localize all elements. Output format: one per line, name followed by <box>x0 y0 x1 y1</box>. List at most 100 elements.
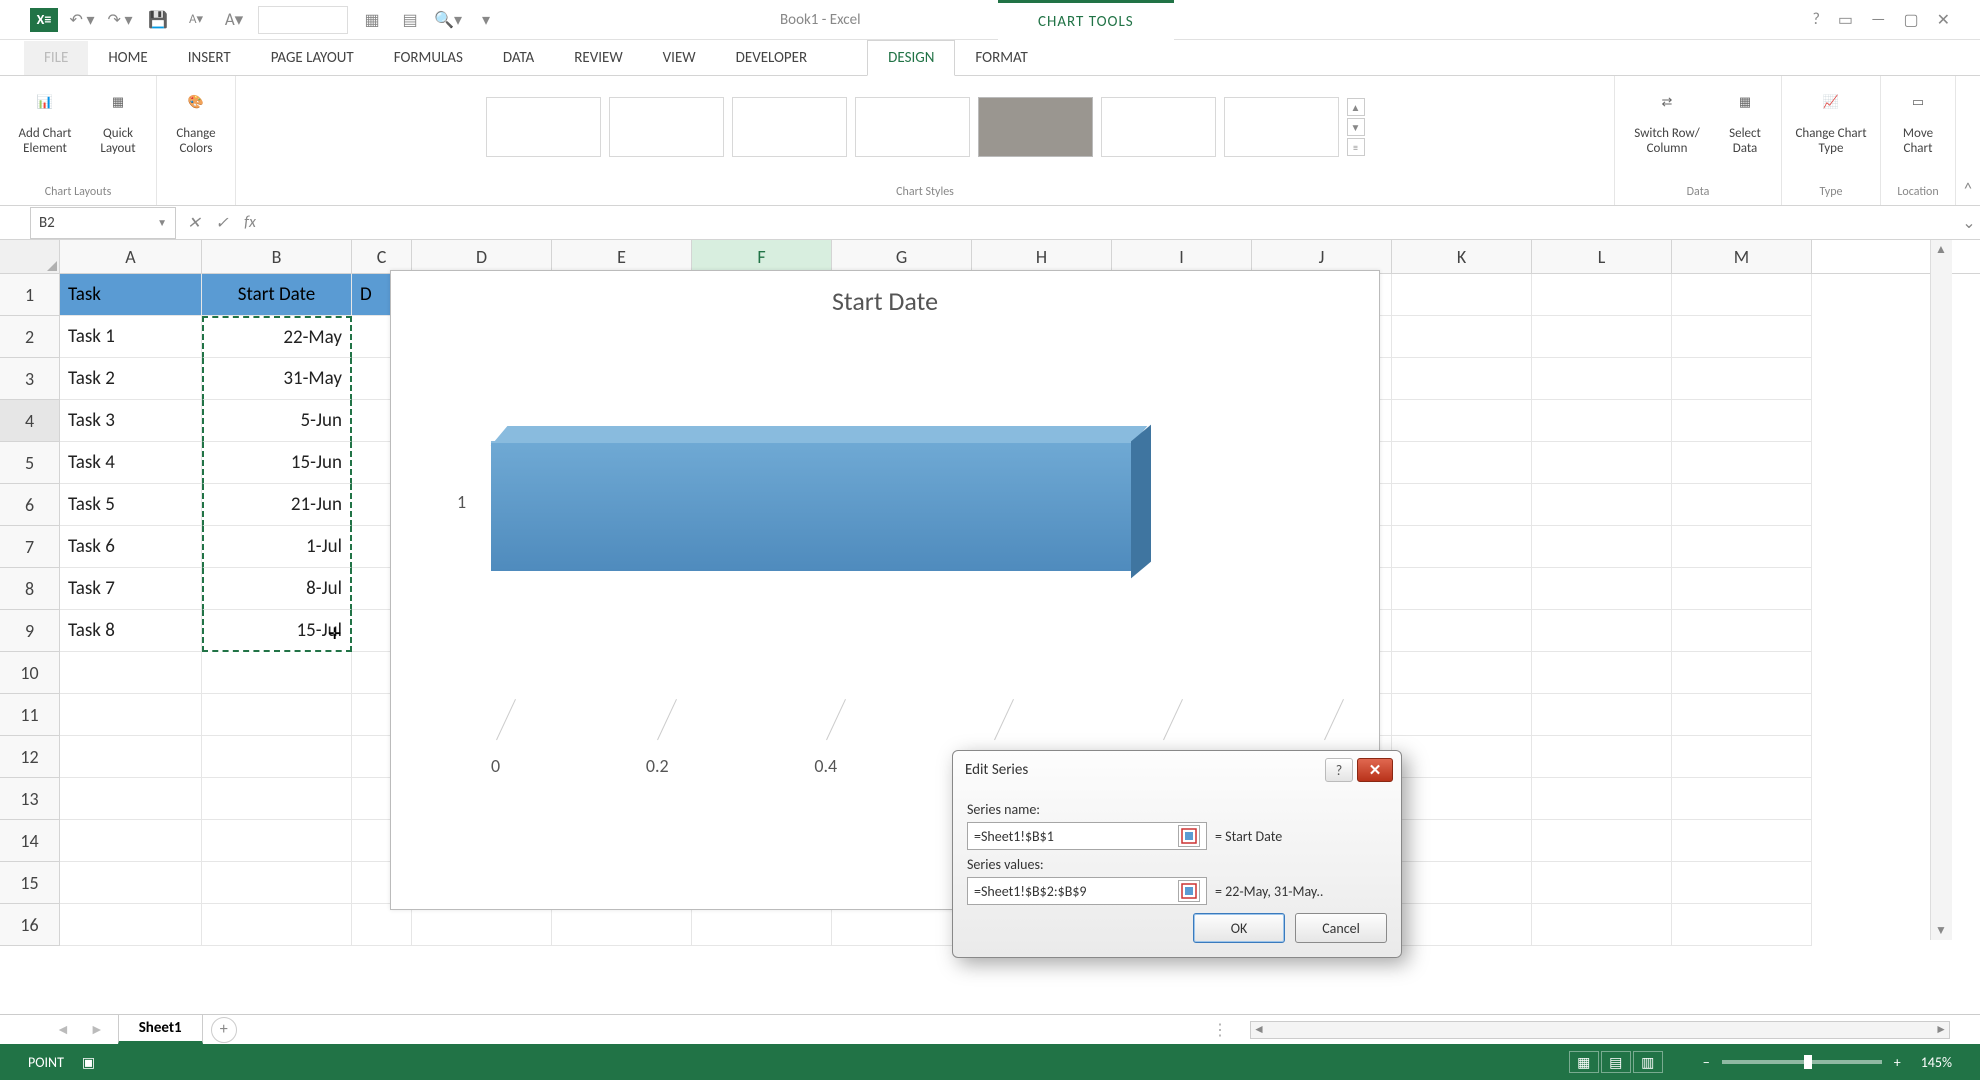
cell-B4[interactable]: 5-Jun <box>202 400 352 442</box>
column-header-K[interactable]: K <box>1392 240 1532 273</box>
cell-M4[interactable] <box>1672 400 1812 442</box>
cell-A8[interactable]: Task 7 <box>60 568 202 610</box>
cell-K11[interactable] <box>1392 694 1532 736</box>
zoom-out-icon[interactable]: − <box>1703 1054 1710 1071</box>
cell-B10[interactable] <box>202 652 352 694</box>
qat-btn-2[interactable]: ▤ <box>396 6 424 34</box>
redo-icon[interactable]: ↷ ▾ <box>106 6 134 34</box>
cell-B13[interactable] <box>202 778 352 820</box>
cell-B7[interactable]: 1-Jul <box>202 526 352 568</box>
cell-L14[interactable] <box>1532 820 1672 862</box>
cell-L16[interactable] <box>1532 904 1672 946</box>
row-header-6[interactable]: 6 <box>0 484 60 526</box>
cell-D16[interactable] <box>412 904 552 946</box>
cell-L7[interactable] <box>1532 526 1672 568</box>
cell-C16[interactable] <box>352 904 412 946</box>
cell-B11[interactable] <box>202 694 352 736</box>
cell-L1[interactable] <box>1532 274 1672 316</box>
cell-B6[interactable]: 21-Jun <box>202 484 352 526</box>
fx-icon[interactable]: fx <box>236 209 264 237</box>
tab-data[interactable]: DATA <box>483 41 554 75</box>
help-icon[interactable]: ? <box>1812 10 1819 30</box>
zoom-slider[interactable] <box>1722 1060 1882 1064</box>
font-dropdown[interactable] <box>258 6 348 34</box>
cell-M11[interactable] <box>1672 694 1812 736</box>
tab-insert[interactable]: INSERT <box>168 41 251 75</box>
cell-K2[interactable] <box>1392 316 1532 358</box>
column-header-A[interactable]: A <box>60 240 202 273</box>
cell-B1[interactable]: Start Date <box>202 274 352 316</box>
page-break-view-icon[interactable]: ▥ <box>1633 1051 1663 1073</box>
cell-M1[interactable] <box>1672 274 1812 316</box>
series-name-range-picker-icon[interactable] <box>1178 825 1200 847</box>
row-header-14[interactable]: 14 <box>0 820 60 862</box>
cell-A15[interactable] <box>60 862 202 904</box>
cell-B16[interactable] <box>202 904 352 946</box>
series-values-range-picker-icon[interactable] <box>1178 880 1200 902</box>
row-header-13[interactable]: 13 <box>0 778 60 820</box>
sheet-nav-prev-icon[interactable]: ◄ <box>50 1021 76 1038</box>
tab-home[interactable]: HOME <box>88 41 167 75</box>
chart-style-6[interactable] <box>1101 97 1216 157</box>
cell-L13[interactable] <box>1532 778 1672 820</box>
row-header-10[interactable]: 10 <box>0 652 60 694</box>
cell-A5[interactable]: Task 4 <box>60 442 202 484</box>
chart-style-7[interactable] <box>1224 97 1339 157</box>
page-layout-view-icon[interactable]: ▤ <box>1601 1051 1631 1073</box>
chart-title[interactable]: Start Date <box>391 271 1379 331</box>
chart-style-2[interactable] <box>609 97 724 157</box>
cell-A4[interactable]: Task 3 <box>60 400 202 442</box>
sheet-nav-next-icon[interactable]: ► <box>84 1021 110 1038</box>
column-header-L[interactable]: L <box>1532 240 1672 273</box>
cell-M7[interactable] <box>1672 526 1812 568</box>
formula-input[interactable] <box>264 208 1958 238</box>
cell-M12[interactable] <box>1672 736 1812 778</box>
cell-K8[interactable] <box>1392 568 1532 610</box>
column-header-E[interactable]: E <box>552 240 692 273</box>
font-decrease-icon[interactable]: A▾ <box>182 6 210 34</box>
cell-M10[interactable] <box>1672 652 1812 694</box>
series-values-input[interactable]: =Sheet1!$B$2:$B$9 <box>967 877 1207 905</box>
column-header-I[interactable]: I <box>1112 240 1252 273</box>
chart-style-4[interactable] <box>855 97 970 157</box>
series-name-input[interactable]: =Sheet1!$B$1 <box>967 822 1207 850</box>
cell-K16[interactable] <box>1392 904 1532 946</box>
cell-L10[interactable] <box>1532 652 1672 694</box>
cell-M14[interactable] <box>1672 820 1812 862</box>
cell-K1[interactable] <box>1392 274 1532 316</box>
cell-M6[interactable] <box>1672 484 1812 526</box>
cell-A6[interactable]: Task 5 <box>60 484 202 526</box>
cell-K4[interactable] <box>1392 400 1532 442</box>
select-data-button[interactable]: ▦ Select Data <box>1721 82 1769 156</box>
cell-B15[interactable] <box>202 862 352 904</box>
minimize-icon[interactable]: — <box>1871 10 1885 30</box>
enter-formula-icon[interactable]: ✓ <box>208 209 236 237</box>
chart-style-1[interactable] <box>486 97 601 157</box>
maximize-icon[interactable]: ▢ <box>1903 10 1918 30</box>
qat-more-icon[interactable]: ▾ <box>472 6 500 34</box>
row-header-16[interactable]: 16 <box>0 904 60 946</box>
name-box[interactable]: B2▼ <box>30 207 176 239</box>
cell-E16[interactable] <box>552 904 692 946</box>
horizontal-scrollbar[interactable] <box>1250 1021 1950 1039</box>
tab-format[interactable]: FORMAT <box>955 41 1047 75</box>
undo-icon[interactable]: ↶ ▾ <box>68 6 96 34</box>
close-icon[interactable]: ✕ <box>1937 10 1950 30</box>
tab-formulas[interactable]: FORMULAS <box>374 41 483 75</box>
column-header-J[interactable]: J <box>1252 240 1392 273</box>
tab-file[interactable]: FILE <box>24 41 88 75</box>
cell-L4[interactable] <box>1532 400 1672 442</box>
cell-M5[interactable] <box>1672 442 1812 484</box>
cell-A16[interactable] <box>60 904 202 946</box>
tab-review[interactable]: REVIEW <box>554 41 642 75</box>
cell-A2[interactable]: Task 1 <box>60 316 202 358</box>
cell-M9[interactable] <box>1672 610 1812 652</box>
cell-K15[interactable] <box>1392 862 1532 904</box>
cell-B5[interactable]: 15-Jun <box>202 442 352 484</box>
cell-L9[interactable] <box>1532 610 1672 652</box>
tab-page-layout[interactable]: PAGE LAYOUT <box>251 41 374 75</box>
cell-K10[interactable] <box>1392 652 1532 694</box>
cell-M3[interactable] <box>1672 358 1812 400</box>
collapse-ribbon-icon[interactable]: ^ <box>1956 76 1980 205</box>
cell-A9[interactable]: Task 8 <box>60 610 202 652</box>
